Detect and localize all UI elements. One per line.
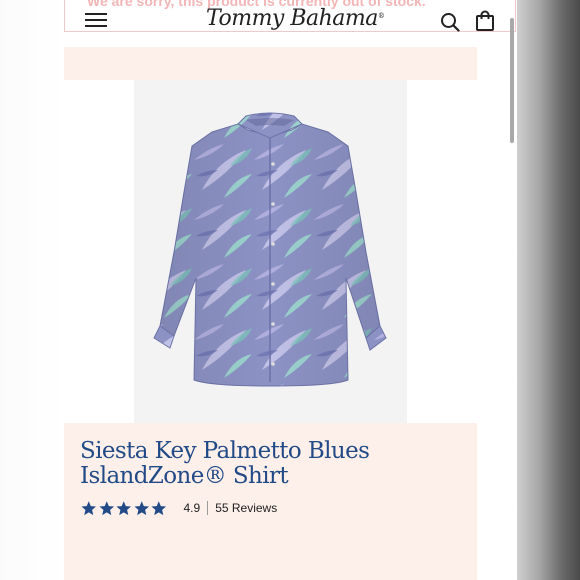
- shirt-graphic: [153, 112, 387, 387]
- brand-logo[interactable]: Tommy Bahama®: [206, 6, 385, 36]
- star-icon: [98, 500, 114, 515]
- star-icon: [133, 500, 149, 515]
- hamburger-menu-icon[interactable]: [85, 13, 107, 29]
- photo-left-margin: [0, 0, 64, 580]
- star-icon: [81, 500, 97, 515]
- rating-divider: [207, 501, 209, 515]
- site-header: Tommy Bahama®: [64, 4, 516, 38]
- scrollbar[interactable]: [510, 18, 514, 143]
- product-info: Siesta Key Palmetto Blues IslandZone® Sh…: [64, 423, 477, 580]
- image-right-margin: [407, 80, 477, 423]
- shopping-bag-icon[interactable]: [474, 10, 496, 32]
- rating-value: 4.9: [183, 501, 201, 515]
- product-image-area: [64, 80, 477, 423]
- promo-strip: [64, 47, 477, 80]
- product-title: Siesta Key Palmetto Blues IslandZone® Sh…: [80, 438, 370, 489]
- photo-right-edge: [517, 0, 580, 580]
- star-icon: [116, 500, 132, 515]
- star-icon: [151, 500, 167, 515]
- product-image[interactable]: [134, 80, 407, 423]
- search-icon[interactable]: [440, 12, 460, 32]
- star-rating: [80, 500, 168, 517]
- reviews-link[interactable]: 55 Reviews: [215, 501, 277, 515]
- rating-row[interactable]: 4.9 55 Reviews: [80, 498, 277, 518]
